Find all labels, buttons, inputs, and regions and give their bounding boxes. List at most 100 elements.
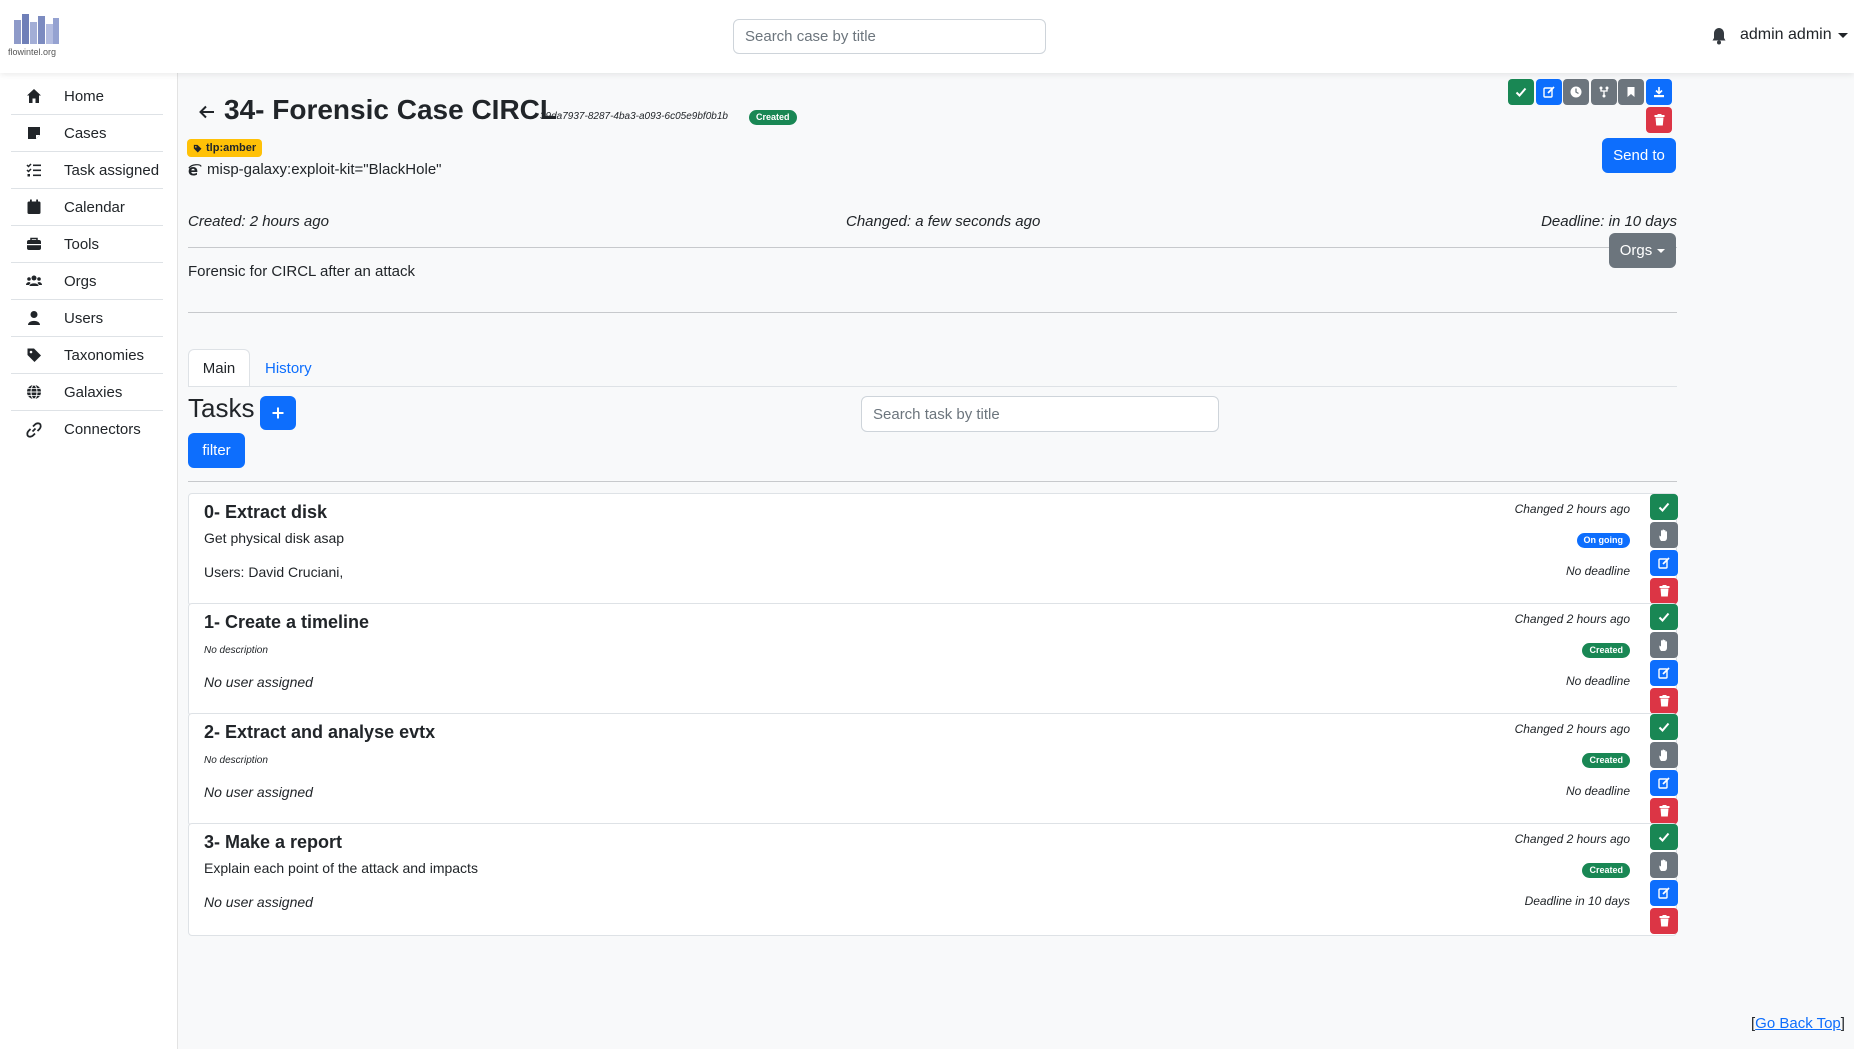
task-users: No user assigned (204, 784, 313, 800)
toolbox-icon (27, 237, 41, 250)
internet-explorer-icon: e (188, 163, 202, 177)
edit-task-button[interactable] (1650, 770, 1678, 796)
back-arrow-icon[interactable] (198, 103, 216, 121)
search-case-input[interactable] (733, 19, 1046, 54)
take-task-button[interactable] (1650, 852, 1678, 878)
task-deadline: No deadline (1565, 564, 1630, 578)
tag-icon (193, 144, 202, 152)
complete-task-button[interactable] (1650, 824, 1678, 850)
sidebar-item-label: Tools (64, 235, 100, 253)
flowintel-logo[interactable]: flowintel.org (8, 12, 62, 58)
task-title[interactable]: 3- Make a report (204, 832, 342, 853)
bell-icon[interactable] (1711, 27, 1727, 45)
chevron-down-icon (1837, 32, 1848, 38)
search-task-input[interactable] (861, 396, 1219, 432)
edit-icon (1543, 86, 1555, 98)
sidebar-item-label: Calendar (64, 198, 125, 216)
sidebar-item-cases[interactable]: Cases (11, 115, 163, 152)
take-task-button[interactable] (1650, 742, 1678, 768)
recurring-button[interactable] (1563, 79, 1589, 105)
orgs-label: Orgs (1619, 242, 1653, 259)
task-description: No description (204, 645, 268, 656)
send-to-button[interactable]: Send to (1602, 138, 1676, 173)
tab-main[interactable]: Main (188, 349, 250, 387)
sidebar-item-label: Cases (64, 124, 107, 142)
sidebar: Home Cases Task assigned Calendar Tools … (0, 73, 178, 1049)
task-deadline: No deadline (1565, 784, 1630, 798)
tlp-tag[interactable]: tlp:amber (187, 139, 263, 157)
sidebar-item-galaxies[interactable]: Galaxies (11, 374, 163, 411)
user-menu-dropdown[interactable]: admin admin (1740, 26, 1848, 44)
case-title: 34- Forensic Case CIRCL (224, 94, 557, 125)
sidebar-item-connectors[interactable]: Connectors (11, 411, 163, 448)
complete-case-button[interactable] (1508, 79, 1534, 105)
task-title[interactable]: 2- Extract and analyse evtx (204, 722, 435, 743)
delete-case-button[interactable] (1646, 107, 1672, 133)
clock-icon (1570, 86, 1582, 98)
edit-icon (1658, 667, 1670, 679)
go-back-top-link[interactable]: Go Back Top (1755, 1015, 1841, 1032)
add-task-button[interactable] (260, 396, 296, 430)
tasks-heading: Tasks (188, 393, 255, 423)
task-card[interactable]: 1- Create a timeline No description No u… (188, 603, 1678, 716)
sidebar-item-label: Task assigned (64, 161, 160, 179)
take-task-button[interactable] (1650, 522, 1678, 548)
check-icon (1658, 722, 1670, 732)
divider (188, 247, 1677, 248)
sidebar-item-task-assigned[interactable]: Task assigned (11, 152, 163, 189)
sidebar-item-label: Connectors (64, 421, 141, 438)
case-uuid: 39da7937-8287-4ba3-a093-6c05e9bf0b1b (540, 111, 728, 122)
orgs-dropdown-button[interactable]: Orgs (1609, 233, 1676, 268)
task-title[interactable]: 1- Create a timeline (204, 612, 369, 633)
edit-task-button[interactable] (1650, 880, 1678, 906)
edit-task-button[interactable] (1650, 550, 1678, 576)
sidebar-item-users[interactable]: Users (11, 300, 163, 337)
edit-task-button[interactable] (1650, 660, 1678, 686)
sidebar-item-orgs[interactable]: Orgs (11, 263, 163, 300)
hand-icon (1659, 528, 1667, 541)
trash-icon (1654, 114, 1664, 126)
home-icon (27, 89, 41, 103)
galaxy-cluster[interactable]: e misp-galaxy:exploit-kit="BlackHole" (188, 161, 442, 178)
delete-task-button[interactable] (1650, 688, 1678, 714)
trash-icon (1659, 695, 1669, 707)
download-case-button[interactable] (1646, 79, 1672, 105)
complete-task-button[interactable] (1650, 604, 1678, 630)
take-task-button[interactable] (1650, 632, 1678, 658)
task-description: Explain each point of the attack and imp… (204, 860, 478, 876)
sidebar-item-taxonomies[interactable]: Taxonomies (11, 337, 163, 374)
complete-task-button[interactable] (1650, 714, 1678, 740)
complete-task-button[interactable] (1650, 494, 1678, 520)
galaxy-label: misp-galaxy:exploit-kit="BlackHole" (207, 161, 442, 178)
sidebar-item-label: Taxonomies (64, 346, 145, 364)
task-description: Get physical disk asap (204, 530, 345, 546)
divider (188, 481, 1677, 482)
calendar-icon (27, 199, 41, 214)
trash-icon (1659, 585, 1669, 597)
tlp-tag-label: tlp:amber (206, 142, 257, 154)
tab-history[interactable]: History (265, 349, 312, 387)
task-title[interactable]: 0- Extract disk (204, 502, 327, 523)
hand-icon (1659, 638, 1667, 651)
delete-task-button[interactable] (1650, 798, 1678, 824)
hand-icon (1659, 748, 1667, 761)
sidebar-item-calendar[interactable]: Calendar (11, 189, 163, 226)
check-icon (1658, 612, 1670, 622)
task-card[interactable]: 2- Extract and analyse evtx No descripti… (188, 713, 1678, 826)
delete-task-button[interactable] (1650, 908, 1678, 934)
template-case-button[interactable] (1618, 79, 1644, 105)
task-card[interactable]: 3- Make a report Explain each point of t… (188, 823, 1678, 936)
task-status-badge: Created (1582, 643, 1630, 658)
top-navbar: flowintel.org admin admin (0, 0, 1854, 73)
delete-task-button[interactable] (1650, 578, 1678, 604)
task-card[interactable]: 0- Extract disk Get physical disk asap U… (188, 493, 1678, 606)
task-status-badge: Created (1582, 863, 1630, 878)
task-changed: Changed 2 hours ago (1514, 502, 1630, 516)
filter-button[interactable]: filter (188, 433, 245, 468)
plus-icon (272, 407, 284, 419)
fork-case-button[interactable] (1591, 79, 1617, 105)
go-back-top: [Go Back Top] (1751, 1015, 1845, 1032)
edit-case-button[interactable] (1536, 79, 1562, 105)
sidebar-item-home[interactable]: Home (11, 78, 163, 115)
sidebar-item-tools[interactable]: Tools (11, 226, 163, 263)
